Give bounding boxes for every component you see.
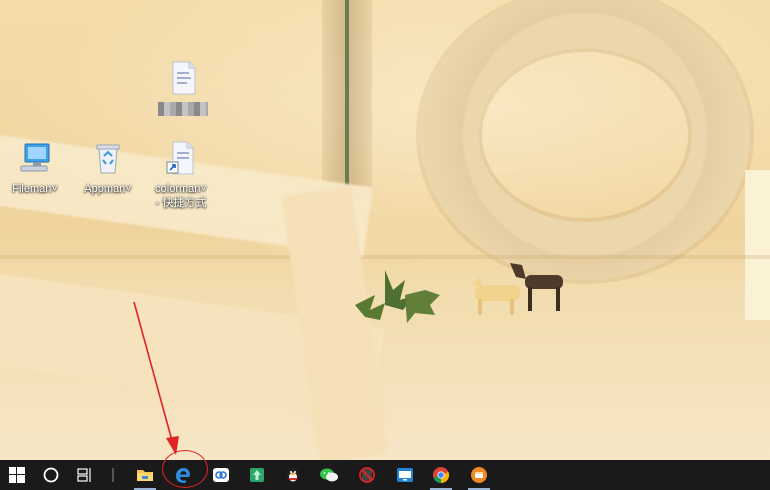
desktop-icon-colorman[interactable]: colorman˅ - 快捷方式 <box>146 140 216 210</box>
wallpaper-wreath-texture <box>420 0 750 280</box>
desktop <box>0 0 770 460</box>
wallpaper-stem <box>345 0 349 200</box>
desktop-icon-label: Fileman˅ <box>12 183 58 195</box>
taskbar <box>0 460 770 490</box>
desktop-icon-fileman[interactable]: Fileman˅ <box>0 140 70 196</box>
monitor-icon <box>397 468 413 482</box>
desktop-icon-unnamed-file[interactable] <box>148 60 218 116</box>
penguin-icon <box>287 467 299 483</box>
remote-desktop-button[interactable] <box>388 460 422 490</box>
orange-app-button[interactable] <box>462 460 496 490</box>
task-view-icon <box>77 468 91 482</box>
app-green-button[interactable] <box>240 460 274 490</box>
taskbar-separator <box>112 468 114 482</box>
document-icon <box>172 61 196 95</box>
chrome-icon <box>433 467 450 484</box>
chrome-button[interactable] <box>424 460 458 490</box>
blurred-label <box>158 102 208 116</box>
task-view-button[interactable] <box>68 460 102 490</box>
desktop-icon-label: Appman˅ <box>84 183 132 195</box>
shortcut-document-icon <box>166 141 194 175</box>
wallpaper-table-edge <box>0 255 770 259</box>
no-entry-icon <box>359 467 375 483</box>
computer-monitor-icon <box>20 143 50 172</box>
baidu-netdisk-button[interactable] <box>204 460 238 490</box>
desktop-icon-label-line2: - 快捷方式 <box>155 197 207 209</box>
blocked-app-button[interactable] <box>350 460 384 490</box>
green-app-icon <box>250 468 264 482</box>
qq-button[interactable] <box>276 460 310 490</box>
circle-search-icon <box>43 467 59 483</box>
folder-icon <box>137 470 153 481</box>
windows-logo-icon <box>9 467 25 483</box>
wallpaper-candle <box>745 170 770 320</box>
recycle-bin-icon <box>96 144 120 174</box>
wallpaper-holly <box>355 270 440 323</box>
file-explorer-button[interactable] <box>128 460 162 490</box>
desktop-icon-appman[interactable]: Appman˅ <box>73 140 143 196</box>
cortana-button[interactable] <box>34 460 68 490</box>
orange-app-icon <box>471 467 487 483</box>
desktop-icon-label: colorman˅ <box>155 183 207 195</box>
annotation-highlight-circle <box>162 450 208 488</box>
start-button[interactable] <box>0 460 34 490</box>
wallpaper-animals <box>472 263 563 315</box>
wechat-button[interactable] <box>312 460 346 490</box>
cloud-icon <box>213 468 229 482</box>
wechat-icon <box>320 468 338 482</box>
